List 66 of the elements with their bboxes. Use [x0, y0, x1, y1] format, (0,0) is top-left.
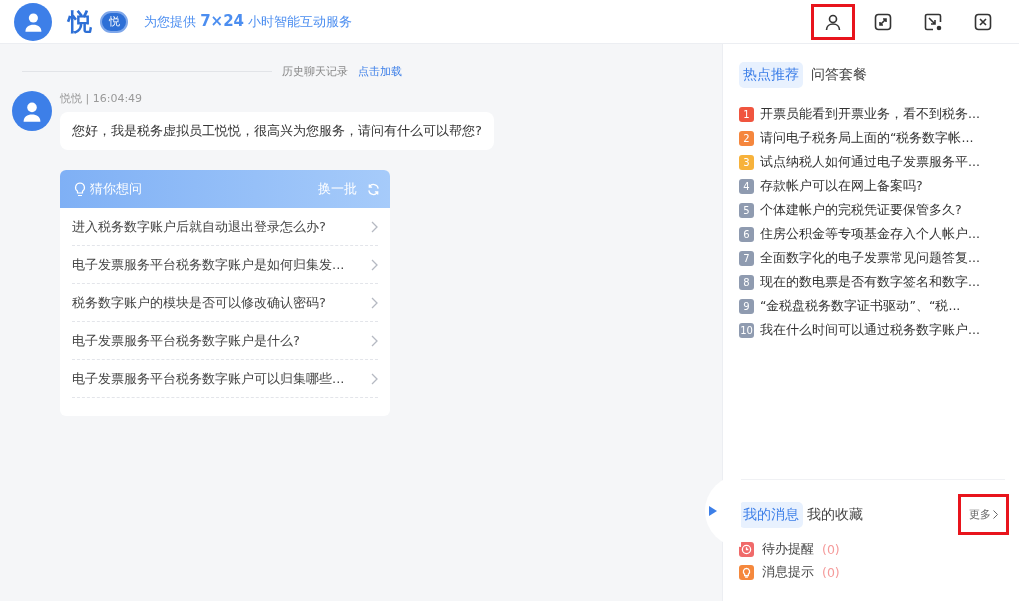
hot-question[interactable]: 4 存款帐户可以在网上备案吗?: [739, 178, 1005, 195]
hot-question[interactable]: 8 现在的数电票是否有数字签名和数字...: [739, 274, 1005, 291]
message-count: (0): [822, 565, 840, 580]
brand-name: 悦: [68, 6, 92, 38]
history-label: 历史聊天记录: [282, 64, 348, 79]
hot-question-text: 请问电子税务局上面的“税务数字帐...: [760, 130, 974, 147]
hot-question[interactable]: 2 请问电子税务局上面的“税务数字帐...: [739, 130, 1005, 147]
user-button[interactable]: [811, 3, 855, 40]
hot-question-text: 现在的数电票是否有数字签名和数字...: [760, 274, 980, 291]
message-count: (0): [822, 542, 840, 557]
hot-question[interactable]: 6 住房公积金等专项基金存入个人帐户...: [739, 226, 1005, 243]
hot-question[interactable]: 3 试点纳税人如何通过电子发票服务平...: [739, 154, 1005, 171]
message-category[interactable]: 消息提示: [762, 564, 814, 581]
hot-question[interactable]: 1 开票员能看到开票业务，看不到税务...: [739, 106, 1005, 123]
rank-badge: 7: [739, 251, 754, 266]
message-meta: 悦悦 | 16:04:49: [60, 91, 144, 106]
refresh-icon: [367, 182, 380, 196]
suggested-question[interactable]: 电子发票服务平台税务数字账户是什么?: [72, 322, 378, 360]
suggested-question[interactable]: 电子发票服务平台税务数字账户可以归集哪些...: [72, 360, 378, 398]
hot-question-text: 我在什么时间可以通过税务数字账户...: [760, 322, 980, 339]
suggested-question[interactable]: 电子发票服务平台税务数字账户是如何归集发...: [72, 246, 378, 284]
panel-tab[interactable]: 问答套餐: [807, 62, 871, 88]
rank-badge: 9: [739, 299, 754, 314]
rank-badge: 8: [739, 275, 754, 290]
rank-badge: 10: [739, 323, 754, 338]
rank-badge: 4: [739, 179, 754, 194]
hot-question-text: 存款帐户可以在网上备案吗?: [760, 178, 923, 195]
rank-badge: 3: [739, 155, 754, 170]
load-history-link[interactable]: 点击加载: [358, 64, 402, 79]
more-button[interactable]: 更多: [958, 494, 1009, 535]
chevron-right-icon: [371, 258, 378, 271]
service-slogan: 为您提供 7×24 小时智能互动服务: [144, 12, 353, 31]
hot-question-text: “金税盘税务数字证书驱动”、“税...: [760, 298, 961, 315]
brand-badge: 悦: [100, 10, 128, 33]
expand-icon: [874, 12, 892, 31]
hot-question[interactable]: 7 全面数字化的电子发票常见问题答复...: [739, 250, 1005, 267]
close-icon: [974, 12, 992, 31]
rank-badge: 2: [739, 131, 754, 146]
panel-tab[interactable]: 热点推荐: [739, 62, 803, 88]
hot-question-text: 试点纳税人如何通过电子发票服务平...: [760, 154, 980, 171]
panel-tab[interactable]: 我的消息: [739, 501, 803, 528]
shrink-icon: [924, 12, 942, 31]
rank-badge: 5: [739, 203, 754, 218]
chevron-right-icon: [371, 296, 378, 309]
hot-question-text: 住房公积金等专项基金存入个人帐户...: [760, 226, 980, 243]
lightbulb-icon: [74, 181, 86, 197]
user-icon: [824, 12, 842, 31]
chevron-right-icon: [371, 372, 378, 385]
suggested-question[interactable]: 税务数字账户的模块是否可以修改确认密码?: [72, 284, 378, 322]
hot-question[interactable]: 5 个体建帐户的完税凭证要保管多久?: [739, 202, 1005, 219]
triangle-right-icon: [709, 506, 717, 516]
message-bubble: 您好，我是税务虚拟员工悦悦，很高兴为您服务，请问有什么可以帮您?: [60, 112, 494, 150]
chevron-right-icon: [993, 510, 998, 519]
rank-badge: 6: [739, 227, 754, 242]
hot-question[interactable]: 10 我在什么时间可以通过税务数字账户...: [739, 322, 1005, 339]
rank-badge: 1: [739, 107, 754, 122]
panel-tab[interactable]: 我的收藏: [803, 501, 867, 528]
chevron-right-icon: [371, 220, 378, 233]
hot-question[interactable]: 9 “金税盘税务数字证书驱动”、“税...: [739, 298, 1005, 315]
suggestion-title: 猜你想问: [90, 180, 142, 198]
hot-question-text: 全面数字化的电子发票常见问题答复...: [760, 250, 980, 267]
hot-question-text: 个体建帐户的完税凭证要保管多久?: [760, 202, 962, 219]
suggested-question[interactable]: 进入税务数字账户后就自动退出登录怎么办?: [72, 208, 378, 246]
chevron-right-icon: [371, 334, 378, 347]
message-category[interactable]: 待办提醒: [762, 541, 814, 558]
hot-question-text: 开票员能看到开票业务，看不到税务...: [760, 106, 980, 123]
